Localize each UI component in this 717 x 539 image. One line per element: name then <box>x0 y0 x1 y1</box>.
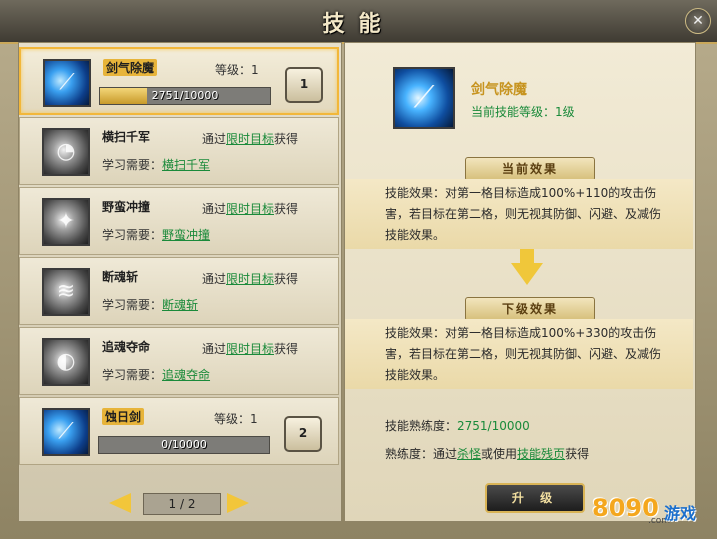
skill-page-link[interactable]: 技能残页 <box>517 447 565 461</box>
skill-name: 剑气除魔 <box>103 59 158 76</box>
kill-monsters-link[interactable]: 杀怪 <box>457 447 481 461</box>
skill-item-3[interactable]: ✦ 野蛮冲撞 通过限时目标获得 学习需要：野蛮冲撞 <box>19 187 339 255</box>
skill-item-2[interactable]: ◔ 横扫千军 通过限时目标获得 学习需要：横扫千军 <box>19 117 339 185</box>
current-effect-section: 技能效果：对第一格目标造成100%+110的攻击伤害，若目标在第二格，则无视其防… <box>345 179 693 249</box>
site-watermark: 8090 .com 游戏 <box>592 494 697 526</box>
unlock-hint: 通过限时目标获得 <box>202 342 299 356</box>
hotkey-button-2[interactable]: 2 <box>284 416 322 452</box>
next-page-icon[interactable] <box>227 493 249 513</box>
prev-page-icon[interactable] <box>109 493 131 513</box>
current-effect-text: 技能效果：对第一格目标造成100%+110的攻击伤害，若目标在第二格，则无视其防… <box>385 186 662 242</box>
proficiency-value: 2751/10000 <box>457 419 530 433</box>
skill-item-5[interactable]: ◐ 追魂夺命 通过限时目标获得 学习需要：追魂夺命 <box>19 327 339 395</box>
detail-skill-level: 当前技能等级：1级 <box>471 105 575 119</box>
current-effect-banner: 当前效果 <box>465 157 595 181</box>
skill-list: ⟋ 剑气除魔 等级：1 2751/10000 1 ◔ 横扫千军 通过限时目标获得… <box>18 42 342 522</box>
learn-requirement: 学习需要：横扫千军 <box>102 158 211 172</box>
next-effect-banner: 下级效果 <box>465 297 595 321</box>
hotkey-button-1[interactable]: 1 <box>285 67 323 103</box>
proficiency-text: 0/10000 <box>161 438 207 451</box>
upgrade-button[interactable]: 升 级 <box>485 483 585 513</box>
unlock-hint: 通过限时目标获得 <box>202 272 299 286</box>
page-indicator: 1 / 2 <box>143 493 221 515</box>
skill-name: 追魂夺命 <box>102 340 151 354</box>
requirement-link[interactable]: 野蛮冲撞 <box>162 228 210 242</box>
sweep-icon: ◔ <box>42 128 90 176</box>
proficiency-bar: 2751/10000 <box>99 87 271 105</box>
detail-skill-name: 剑气除魔 <box>471 82 527 98</box>
requirement-link[interactable]: 断魂斩 <box>162 298 198 312</box>
requirement-link[interactable]: 横扫千军 <box>162 158 210 172</box>
arrow-down-icon-head <box>511 263 543 285</box>
timed-goal-link[interactable]: 限时目标 <box>226 272 274 286</box>
skill-item-1[interactable]: ⟋ 剑气除魔 等级：1 2751/10000 1 <box>19 47 339 115</box>
close-icon[interactable]: ✕ <box>685 8 711 34</box>
skill-item-4[interactable]: ≋ 断魂斩 通过限时目标获得 学习需要：断魂斩 <box>19 257 339 325</box>
proficiency-bar: 0/10000 <box>98 436 270 454</box>
soul-slash-icon: ≋ <box>42 268 90 316</box>
unlock-hint: 通过限时目标获得 <box>202 202 299 216</box>
next-effect-section: 技能效果：对第一格目标造成100%+330的攻击伤害，若目标在第二格，则无视其防… <box>345 319 693 389</box>
timed-goal-link[interactable]: 限时目标 <box>226 342 274 356</box>
skill-detail: ⟋ 剑气除魔 当前技能等级：1级 当前效果 技能效果：对第一格目标造成100%+… <box>344 42 696 522</box>
title-bar: 技能 ✕ <box>0 0 717 44</box>
proficiency-text: 2751/10000 <box>151 89 219 102</box>
proficiency-line: 技能熟练度：2751/10000 <box>385 419 530 433</box>
pager: 1 / 2 <box>109 489 259 515</box>
learn-requirement: 学习需要：追魂夺命 <box>102 368 211 382</box>
learn-requirement: 学习需要：断魂斩 <box>102 298 199 312</box>
timed-goal-link[interactable]: 限时目标 <box>226 202 274 216</box>
sword-slash-icon: ⟋ <box>393 67 455 129</box>
sword-slash-icon: ⟋ <box>43 59 91 107</box>
next-effect-text: 技能效果：对第一格目标造成100%+330的攻击伤害，若目标在第二格，则无视其防… <box>385 326 662 382</box>
skill-name: 野蛮冲撞 <box>102 200 151 214</box>
skill-level: 等级：1 <box>214 412 258 426</box>
eclipse-sword-icon: ⟋ <box>42 408 90 456</box>
requirement-link[interactable]: 追魂夺命 <box>162 368 210 382</box>
charge-icon: ✦ <box>42 198 90 246</box>
timed-goal-link[interactable]: 限时目标 <box>226 132 274 146</box>
skill-level: 等级：1 <box>215 63 259 77</box>
chase-icon: ◐ <box>42 338 90 386</box>
skill-name: 断魂斩 <box>102 270 139 284</box>
skills-window: 技能 ✕ ⟋ 剑气除魔 等级：1 2751/10000 1 ◔ 横扫千军 通过限… <box>0 0 717 539</box>
proficiency-source: 熟练度：通过杀怪或使用技能残页获得 <box>385 447 590 461</box>
skill-item-6[interactable]: ⟋ 蚀日剑 等级：1 0/10000 2 <box>19 397 339 465</box>
unlock-hint: 通过限时目标获得 <box>202 132 299 146</box>
skill-name: 横扫千军 <box>102 130 151 144</box>
window-title: 技能 <box>322 11 395 37</box>
learn-requirement: 学习需要：野蛮冲撞 <box>102 228 211 242</box>
skill-name: 蚀日剑 <box>102 408 145 425</box>
